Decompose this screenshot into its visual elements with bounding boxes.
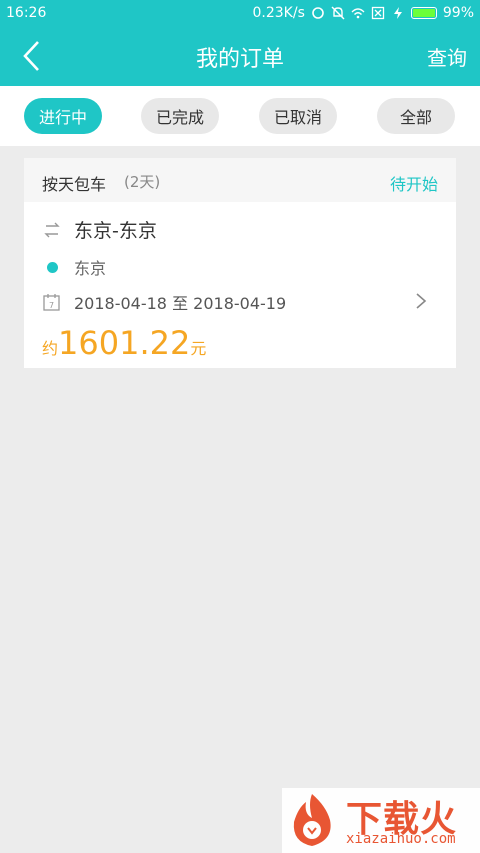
battery-icon: [410, 7, 437, 19]
wifi-icon: [351, 8, 365, 19]
chevron-right-icon[interactable]: [414, 292, 428, 310]
mute-icon: [331, 6, 345, 20]
flame-logo-icon: [293, 794, 331, 846]
query-button[interactable]: 查询: [427, 42, 467, 71]
page-title: 我的订单: [195, 47, 284, 72]
swap-icon: [44, 222, 60, 237]
price-unit: 元: [190, 339, 207, 358]
sync-icon: [312, 7, 324, 19]
order-tabs: 进行中 已完成 已取消 全部: [0, 86, 480, 146]
tab-in-progress[interactable]: 进行中: [24, 98, 102, 134]
charging-icon: [393, 7, 402, 19]
service-type: 按天包车: [42, 175, 107, 194]
status-time: 16:26: [6, 5, 47, 21]
duration: (2天): [124, 173, 161, 191]
status-indicators: 0.23K/s 99%: [253, 5, 475, 21]
svg-text:7: 7: [49, 301, 54, 310]
tab-cancelled[interactable]: 已取消: [259, 98, 337, 134]
sim-off-icon: [371, 6, 385, 20]
watermark: 下载火 xiazaihuo.com: [282, 788, 480, 853]
status-badge: 待开始: [389, 175, 438, 194]
app-header: 我的订单 查询: [0, 26, 480, 86]
battery-percent: 99%: [442, 5, 474, 21]
price-amount: 1601.22: [58, 324, 191, 362]
tab-all[interactable]: 全部: [377, 98, 455, 134]
route-row: 东京-东京: [42, 216, 157, 243]
route-text: 东京-东京: [74, 220, 157, 242]
watermark-site: xiazaihuo.com: [346, 831, 456, 847]
date-range: 2018-04-18 至 2018-04-19: [74, 294, 287, 313]
location-text: 东京: [74, 259, 107, 278]
location-dot-icon: [47, 261, 58, 273]
location-row: 东京: [42, 255, 106, 279]
order-card-header: 按天包车 (2天) 待开始: [24, 158, 456, 202]
date-row: 7 2018-04-18 至 2018-04-19: [42, 290, 286, 314]
order-price: 约 1601.22 元: [42, 324, 206, 362]
status-bar: 16:26 0.23K/s 99%: [0, 0, 480, 26]
order-card[interactable]: 按天包车 (2天) 待开始 东京-东京 东京 7 2018-04-18 至 20…: [24, 158, 456, 368]
calendar-icon: 7: [43, 294, 60, 311]
net-speed: 0.23K/s: [252, 5, 305, 21]
tab-completed[interactable]: 已完成: [141, 98, 219, 134]
price-prefix: 约: [42, 339, 59, 358]
